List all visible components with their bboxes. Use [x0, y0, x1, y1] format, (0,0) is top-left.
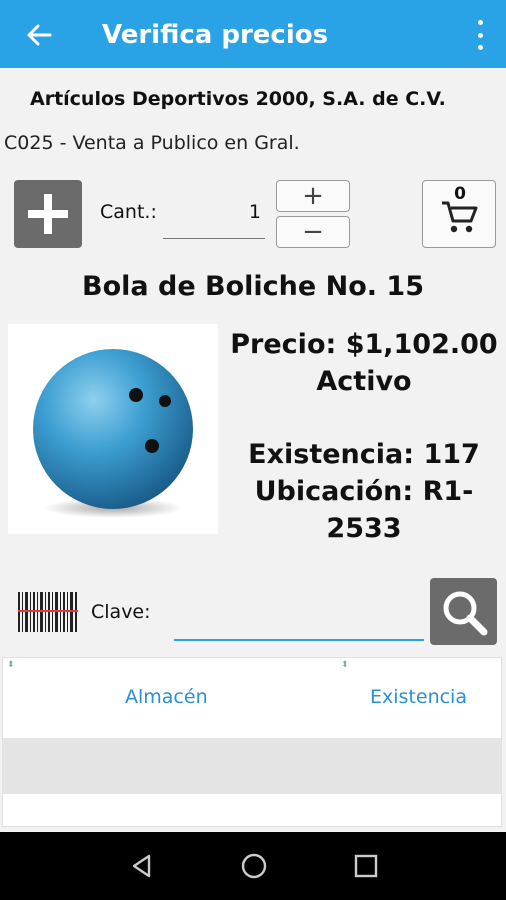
system-nav-bar: [0, 832, 506, 900]
clave-input[interactable]: [174, 595, 424, 641]
shopping-cart-icon: [442, 201, 478, 233]
search-icon: [443, 591, 487, 635]
company-name: Artículos Deportivos 2000, S.A. de C.V.: [30, 88, 446, 110]
cart-button[interactable]: 0: [422, 180, 496, 248]
nav-home-icon[interactable]: [238, 850, 270, 882]
status-text: Activo: [316, 366, 412, 397]
product-image: [8, 324, 218, 534]
product-name: Bola de Boliche No. 15: [82, 271, 424, 302]
stock-table: ⬍ Almacén ⬍ Existencia: [2, 657, 502, 827]
nav-recents-icon[interactable]: [350, 850, 382, 882]
plus-icon: [28, 194, 68, 234]
table-row[interactable]: [3, 738, 501, 794]
column-header-almacen[interactable]: Almacén: [125, 684, 208, 710]
table-header: ⬍ Almacén ⬍ Existencia: [3, 658, 501, 738]
sort-icon: ⬍: [341, 660, 349, 670]
clave-label: Clave:: [91, 601, 151, 623]
price-list-label: C025 - Venta a Publico en Gral.: [4, 132, 300, 154]
bowling-ball-image: [33, 349, 193, 518]
product-info: Precio: $1,102.00 Activo Existencia: 117…: [222, 326, 506, 547]
back-arrow-icon[interactable]: [22, 18, 56, 52]
more-vert-icon[interactable]: [474, 20, 486, 50]
sort-icon: ⬍: [7, 660, 15, 670]
location-text: Ubicación: R1-2533: [254, 476, 474, 544]
quantity-field[interactable]: 1: [163, 195, 265, 239]
app-bar: Verifica precios: [0, 0, 506, 68]
column-header-existencia[interactable]: Existencia: [370, 684, 467, 710]
decrement-button[interactable]: −: [276, 216, 350, 248]
add-to-cart-button[interactable]: [14, 180, 82, 248]
quantity-label: Cant.:: [100, 201, 157, 223]
price-text: Precio: $1,102.00: [230, 329, 498, 360]
barcode-scan-icon[interactable]: [18, 590, 78, 634]
nav-back-icon[interactable]: [126, 850, 158, 882]
stock-text: Existencia: 117: [248, 439, 480, 470]
search-button[interactable]: [430, 578, 497, 645]
increment-button[interactable]: +: [276, 180, 350, 212]
app-title: Verifica precios: [102, 20, 329, 50]
